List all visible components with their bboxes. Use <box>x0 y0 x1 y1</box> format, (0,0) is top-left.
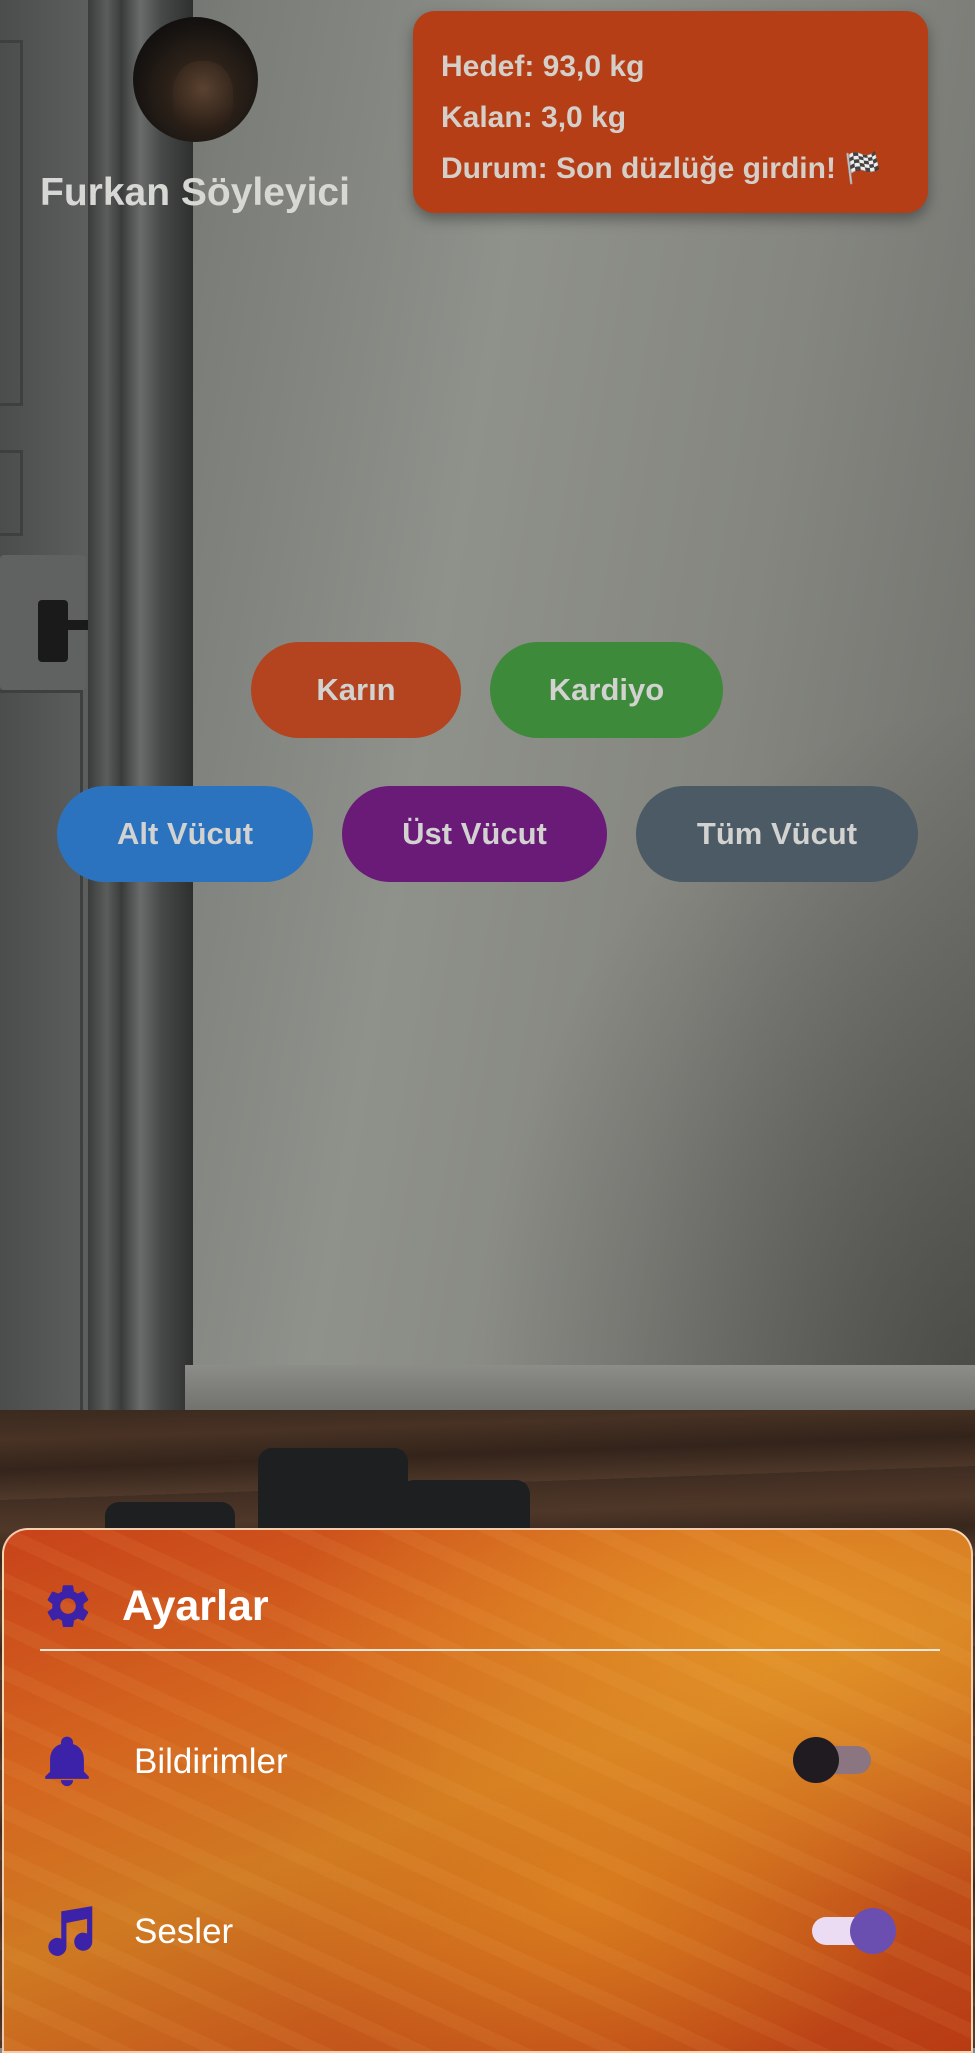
category-kardiyo-button[interactable]: Kardiyo <box>490 642 723 738</box>
avatar[interactable] <box>133 17 258 142</box>
divider <box>40 1649 940 1651</box>
goal-status: Durum: Son düzlüğe girdin! 🏁 <box>441 152 882 185</box>
goal-target: Hedef: 93,0 kg <box>441 50 645 83</box>
category-ust-vucut-button[interactable]: Üst Vücut <box>342 786 607 882</box>
door-panel <box>0 450 23 536</box>
toggle-thumb <box>850 1908 896 1954</box>
sounds-toggle[interactable] <box>812 1908 896 1954</box>
setting-label-notifications: Bildirimler <box>134 1742 288 1781</box>
settings-title: Ayarlar <box>122 1581 269 1630</box>
category-alt-vucut-button[interactable]: Alt Vücut <box>57 786 313 882</box>
goal-card: Hedef: 93,0 kg Kalan: 3,0 kg Durum: Son … <box>413 11 928 213</box>
notifications-toggle[interactable] <box>793 1737 873 1783</box>
setting-row-sounds[interactable]: Sesler <box>38 1897 928 1967</box>
avatar-face <box>173 61 233 131</box>
user-name: Furkan Söyleyici <box>40 171 350 214</box>
goal-remaining: Kalan: 3,0 kg <box>441 101 627 134</box>
settings-header: Ayarlar <box>42 1574 269 1638</box>
category-karin-button[interactable]: Karın <box>251 642 461 738</box>
bell-icon <box>38 1731 96 1793</box>
setting-label-sounds: Sesler <box>134 1912 234 1951</box>
category-tum-vucut-button[interactable]: Tüm Vücut <box>636 786 918 882</box>
toggle-thumb <box>793 1737 839 1783</box>
door-handle <box>38 600 68 662</box>
music-note-icon <box>38 1901 100 1963</box>
door-panel <box>0 40 23 406</box>
gear-icon <box>42 1580 94 1632</box>
